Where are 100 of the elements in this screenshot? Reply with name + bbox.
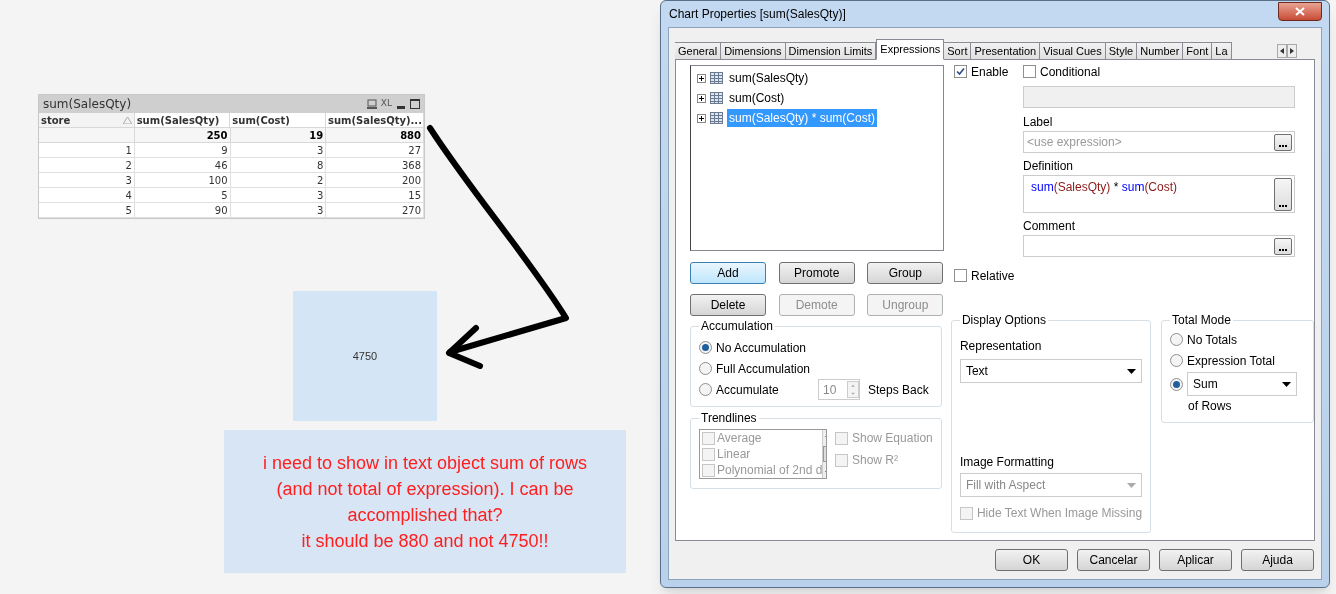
group-title: Trendlines bbox=[700, 410, 758, 427]
table-cell: 270 bbox=[326, 203, 424, 217]
total-cell: 250 bbox=[134, 128, 231, 142]
table-cell: 3 bbox=[230, 203, 327, 217]
radio-button[interactable] bbox=[699, 341, 712, 354]
tab[interactable]: La bbox=[1211, 42, 1232, 60]
browse-button[interactable] bbox=[1274, 133, 1292, 151]
table-title: sum(SalesQty) bbox=[43, 96, 133, 113]
up-icon[interactable] bbox=[848, 382, 858, 390]
dialog-button[interactable]: OK bbox=[995, 549, 1068, 571]
definition-field[interactable]: sum(SalesQty) * sum(Cost) bbox=[1023, 175, 1295, 213]
tab[interactable]: Font bbox=[1182, 42, 1213, 60]
left-arrow-icon bbox=[1280, 48, 1284, 54]
column-header[interactable]: sum(Cost) bbox=[230, 113, 326, 127]
total-cell: 19 bbox=[230, 128, 327, 142]
table-icon bbox=[710, 92, 723, 104]
table-cell: 5 bbox=[39, 203, 135, 217]
close-button[interactable] bbox=[1278, 1, 1322, 21]
window-title: Chart Properties [sum(SalesQty)] bbox=[668, 6, 847, 23]
radio-label: Expression Total bbox=[1187, 352, 1275, 370]
field-label: Representation bbox=[959, 339, 1042, 353]
column-header[interactable]: sum(SalesQty) bbox=[134, 113, 231, 127]
label-field[interactable]: <use expression> bbox=[1023, 131, 1295, 153]
table-cell: 8 bbox=[230, 158, 327, 172]
steps-label: Steps Back bbox=[868, 381, 929, 399]
column-header[interactable]: sum(SalesQty)... bbox=[326, 113, 424, 127]
total-cell: 880 bbox=[326, 128, 424, 142]
field-label: Image Formatting bbox=[959, 454, 1055, 471]
checkbox-label: Conditional bbox=[1040, 64, 1101, 81]
checkbox-label: Relative bbox=[971, 268, 1015, 285]
maximize-icon[interactable] bbox=[410, 99, 420, 109]
checkbox[interactable] bbox=[954, 269, 967, 282]
radio-label: Full Accumulation bbox=[716, 360, 812, 378]
action-button[interactable]: Delete bbox=[690, 294, 766, 316]
dialog-button[interactable]: Ajuda bbox=[1241, 549, 1314, 571]
tab[interactable]: Dimensions bbox=[720, 42, 786, 60]
expand-icon[interactable] bbox=[697, 73, 706, 83]
dialog-button[interactable]: Cancelar bbox=[1077, 549, 1150, 571]
tab-scroll-left-button[interactable] bbox=[1277, 44, 1287, 58]
checkbox-label: Show R² bbox=[852, 452, 898, 469]
table-cell: 4 bbox=[39, 188, 135, 202]
right-arrow-icon bbox=[1290, 48, 1294, 54]
note-text: i need to show in text object sum of rows (and not total of expression). I can be accomplished that? it should be 880 and not 4750!! bbox=[261, 451, 589, 553]
action-button[interactable]: Add bbox=[690, 262, 766, 284]
tab[interactable]: Visual Cues bbox=[1039, 42, 1106, 60]
definition-text: sum(SalesQty) * sum(Cost) bbox=[1031, 179, 1179, 196]
radio-label: Accumulate bbox=[716, 381, 780, 399]
radio-button[interactable] bbox=[1170, 333, 1184, 346]
checkbox-label: Enable bbox=[971, 64, 1009, 81]
table-cell: 2 bbox=[230, 173, 327, 187]
checkbox[interactable] bbox=[1023, 65, 1036, 78]
radio-button[interactable] bbox=[1170, 354, 1184, 367]
action-button[interactable]: Promote bbox=[778, 262, 855, 284]
expression-item[interactable]: sum(SalesQty) bbox=[727, 69, 811, 87]
tab[interactable]: General bbox=[675, 42, 722, 60]
table-cell: 368 bbox=[326, 158, 424, 172]
expression-item[interactable]: sum(Cost) bbox=[727, 89, 787, 107]
table-cell: 3 bbox=[230, 188, 327, 202]
comment-field[interactable] bbox=[1023, 235, 1295, 257]
text-object: 4750 bbox=[293, 291, 437, 421]
radio-button[interactable] bbox=[1170, 377, 1184, 391]
total-function-select[interactable]: Sum bbox=[1187, 372, 1298, 396]
radio-label: No Totals bbox=[1187, 331, 1237, 349]
group-title: Accumulation bbox=[700, 318, 775, 335]
group-title: Display Options bbox=[960, 312, 1047, 329]
dialog-button[interactable]: Aplicar bbox=[1159, 549, 1232, 571]
checkbox[interactable] bbox=[954, 65, 967, 78]
tab[interactable]: Dimension Limits bbox=[784, 42, 877, 60]
table-cell: 100 bbox=[134, 173, 231, 187]
field-label: Definition bbox=[1023, 158, 1075, 175]
steps-spinner[interactable]: 10 bbox=[818, 379, 860, 400]
column-header[interactable]: store bbox=[39, 113, 135, 127]
tab[interactable]: Number bbox=[1136, 42, 1184, 60]
label-input[interactable]: <use expression> bbox=[1027, 133, 1274, 151]
browse-button[interactable] bbox=[1274, 237, 1292, 255]
expand-icon[interactable] bbox=[697, 113, 706, 123]
table-cell: 90 bbox=[134, 203, 231, 217]
field-label: Label bbox=[1023, 114, 1054, 131]
table-cell: 27 bbox=[326, 143, 424, 157]
expand-icon[interactable] bbox=[697, 93, 706, 103]
checkbox-label: Hide Text When Image Missing bbox=[976, 505, 1143, 522]
close-icon bbox=[1295, 6, 1305, 16]
tab[interactable]: Sort bbox=[943, 42, 972, 60]
group-title: Total Mode bbox=[1171, 312, 1232, 329]
check-icon bbox=[956, 67, 965, 76]
radio-button[interactable] bbox=[699, 383, 712, 396]
table-cell: 3 bbox=[39, 173, 135, 187]
action-button[interactable]: Group bbox=[867, 262, 944, 284]
checkbox-label: Show Equation bbox=[852, 430, 933, 447]
tab[interactable]: Presentation bbox=[970, 42, 1041, 60]
table-cell: 200 bbox=[326, 173, 424, 187]
radio-button[interactable] bbox=[699, 362, 712, 375]
sort-icon bbox=[122, 116, 132, 124]
tab-scroll-right-button[interactable] bbox=[1287, 44, 1297, 58]
table-cell: 15 bbox=[326, 188, 424, 202]
representation-select[interactable]: Text bbox=[959, 359, 1143, 383]
xl-label[interactable]: XL bbox=[380, 97, 392, 111]
suffix-label: of Rows bbox=[1187, 398, 1233, 415]
tab[interactable]: Expressions bbox=[876, 39, 945, 60]
caret-icon bbox=[1282, 381, 1292, 387]
